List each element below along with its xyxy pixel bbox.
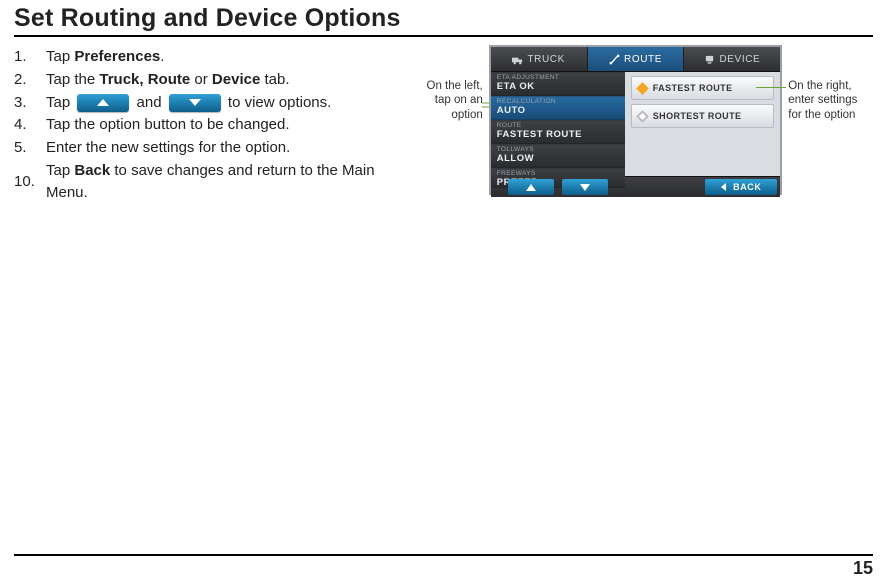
option-recalculation[interactable]: RECALCULATION AUTO	[491, 96, 625, 120]
page-title: Set Routing and Device Options	[14, 4, 873, 33]
page-number: 15	[14, 554, 873, 579]
step-number: 1.	[14, 46, 46, 68]
step-number: 3.	[14, 92, 46, 114]
instruction-list: 1. Tap Preferences. 2. Tap the Truck, Ro…	[14, 46, 416, 203]
step-text: Enter the new settings for the option.	[46, 137, 290, 159]
device-screenshot: TRUCK ROUTE DEVICE ETA ADJUSTMENT ETA OK	[489, 45, 783, 195]
back-button[interactable]: BACK	[705, 179, 777, 195]
callout-right: On the right, enter settings for the opt…	[788, 79, 873, 122]
step-number: 2.	[14, 69, 46, 91]
route-icon	[609, 54, 620, 65]
radio-selected-icon	[636, 82, 649, 95]
back-arrow-icon	[721, 183, 729, 191]
option-eta-adjustment[interactable]: ETA ADJUSTMENT ETA OK	[491, 72, 625, 96]
step-text: Tap and to view options.	[46, 92, 331, 114]
scroll-up-icon	[77, 94, 129, 112]
step-number: 4.	[14, 114, 46, 136]
scroll-up-button[interactable]	[508, 179, 554, 195]
option-tollways[interactable]: TOLLWAYS ALLOW	[491, 144, 625, 168]
step-text: Tap Preferences.	[46, 46, 164, 68]
tab-device[interactable]: DEVICE	[684, 47, 780, 71]
radio-unselected-icon	[636, 110, 649, 123]
option-route[interactable]: ROUTE FASTEST ROUTE	[491, 120, 625, 144]
scroll-down-button[interactable]	[562, 179, 608, 195]
tab-bar: TRUCK ROUTE DEVICE	[491, 47, 781, 72]
bottom-bar: BACK	[491, 176, 781, 197]
device-icon	[704, 54, 715, 65]
step-text: Tap Back to save changes and return to t…	[46, 160, 416, 204]
step-text: Tap the option button to be changed.	[46, 114, 290, 136]
callout-left: On the left, tap on an option	[416, 79, 483, 122]
step-text: Tap the Truck, Route or Device tab.	[46, 69, 289, 91]
options-panel: ETA ADJUSTMENT ETA OK RECALCULATION AUTO…	[491, 72, 625, 176]
tab-route[interactable]: ROUTE	[588, 47, 685, 71]
tab-truck[interactable]: TRUCK	[491, 47, 588, 71]
truck-icon	[512, 54, 523, 65]
step-number: 10.	[14, 171, 46, 193]
step-number: 5.	[14, 137, 46, 159]
choice-fastest-route[interactable]: FASTEST ROUTE	[631, 76, 775, 100]
scroll-down-icon	[169, 94, 221, 112]
choice-shortest-route[interactable]: SHORTEST ROUTE	[631, 104, 775, 128]
